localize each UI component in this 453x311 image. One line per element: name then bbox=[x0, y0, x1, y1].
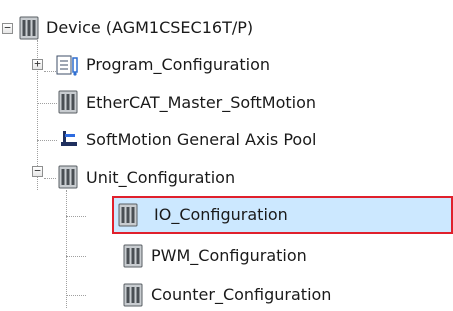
tree-line bbox=[66, 256, 86, 257]
expand-program-configuration-toggle[interactable]: + bbox=[32, 58, 43, 70]
tree-node-label: Unit_Configuration bbox=[86, 168, 236, 187]
tree-node-pwm-configuration[interactable]: PWM_Configuration bbox=[149, 241, 309, 271]
tree-node-label: Program_Configuration bbox=[86, 55, 271, 74]
tree-node-label: Device (AGM1CSEC16T/P) bbox=[46, 18, 254, 37]
device-icon bbox=[118, 203, 138, 227]
tree-node-io-configuration[interactable]: IO_Configuration bbox=[112, 196, 453, 234]
device-icon bbox=[58, 165, 78, 189]
tree-line bbox=[44, 178, 56, 179]
tree-line bbox=[66, 190, 67, 308]
tree-node-axis-pool[interactable]: SoftMotion General Axis Pool bbox=[84, 125, 318, 155]
device-icon bbox=[123, 283, 143, 307]
tree-node-device[interactable]: Device (AGM1CSEC16T/P) bbox=[44, 13, 255, 43]
collapse-device-toggle[interactable]: − bbox=[2, 22, 13, 34]
device-icon bbox=[58, 90, 78, 114]
collapse-unit-configuration-toggle[interactable]: − bbox=[32, 165, 43, 177]
tree-line bbox=[37, 103, 57, 104]
tree-node-counter-configuration[interactable]: Counter_Configuration bbox=[149, 280, 333, 310]
tree-node-label: EtherCAT_Master_SoftMotion bbox=[86, 93, 317, 112]
tree-node-label: Counter_Configuration bbox=[151, 285, 332, 304]
tree-line bbox=[37, 140, 57, 141]
tree-node-label: PWM_Configuration bbox=[151, 246, 307, 265]
tree-node-label: IO_Configuration bbox=[154, 205, 288, 224]
device-icon bbox=[19, 16, 39, 40]
tree-node-ethercat-master[interactable]: EtherCAT_Master_SoftMotion bbox=[84, 88, 318, 118]
tree-line bbox=[66, 295, 86, 296]
tree-node-label: SoftMotion General Axis Pool bbox=[86, 130, 317, 149]
program-config-icon bbox=[56, 55, 78, 76]
tree-node-unit-configuration[interactable]: Unit_Configuration bbox=[84, 163, 237, 193]
tree-node-program-configuration[interactable]: Program_Configuration bbox=[84, 50, 272, 80]
device-icon bbox=[123, 244, 143, 268]
tree-line bbox=[66, 216, 86, 217]
axis-pool-icon bbox=[61, 131, 77, 146]
